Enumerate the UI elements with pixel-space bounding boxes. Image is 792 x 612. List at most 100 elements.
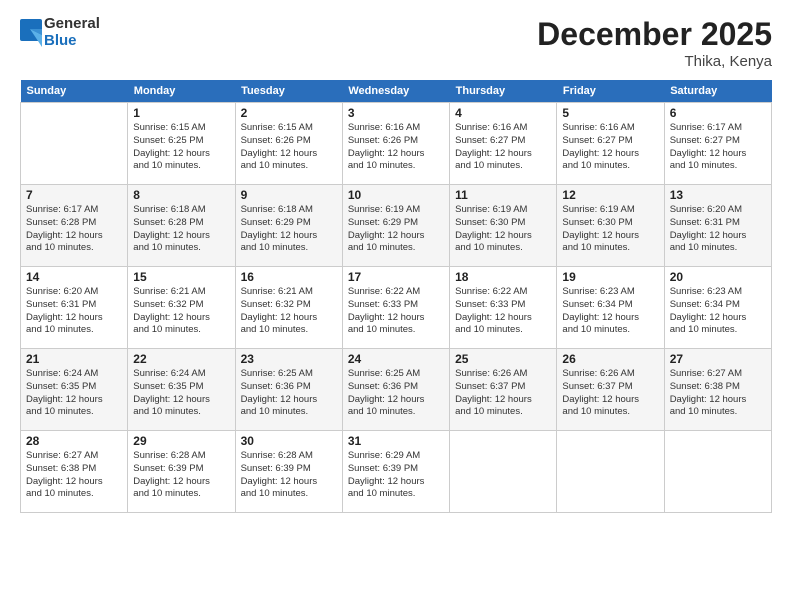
day-info: Sunrise: 6:16 AMSunset: 6:27 PMDaylight:… <box>455 122 551 173</box>
day-number: 14 <box>26 270 122 284</box>
day-info: Sunrise: 6:29 AMSunset: 6:39 PMDaylight:… <box>348 450 444 501</box>
day-info: Sunrise: 6:19 AMSunset: 6:29 PMDaylight:… <box>348 204 444 255</box>
day-number: 22 <box>133 352 229 366</box>
week-row-2: 7 Sunrise: 6:17 AMSunset: 6:28 PMDaylight… <box>21 185 772 267</box>
day-info: Sunrise: 6:23 AMSunset: 6:34 PMDaylight:… <box>670 286 766 337</box>
calendar-cell: 31 Sunrise: 6:29 AMSunset: 6:39 PMDayligh… <box>342 431 449 513</box>
day-info: Sunrise: 6:22 AMSunset: 6:33 PMDaylight:… <box>455 286 551 337</box>
calendar-cell: 17 Sunrise: 6:22 AMSunset: 6:33 PMDayligh… <box>342 267 449 349</box>
calendar-cell: 6 Sunrise: 6:17 AMSunset: 6:27 PMDaylight… <box>664 103 771 185</box>
calendar-cell: 10Sunrise: 6:19 AMSunset: 6:29 PMDayligh… <box>342 185 449 267</box>
day-number: 31 <box>348 434 444 448</box>
day-info: Sunrise: 6:15 AMSunset: 6:25 PMDaylight:… <box>133 122 229 173</box>
title-block: December 2025 Thika, Kenya <box>537 16 772 70</box>
day-number: 2 <box>241 106 337 120</box>
calendar-cell: 22Sunrise: 6:24 AMSunset: 6:35 PMDayligh… <box>128 349 235 431</box>
calendar-cell: 1 Sunrise: 6:15 AMSunset: 6:25 PMDaylight… <box>128 103 235 185</box>
calendar-cell: 4 Sunrise: 6:16 AMSunset: 6:27 PMDaylight… <box>450 103 557 185</box>
calendar-cell: 12 Sunrise: 6:19 AMSunset: 6:30 PMDayligh… <box>557 185 664 267</box>
day-number: 27 <box>670 352 766 366</box>
day-number: 1 <box>133 106 229 120</box>
day-number: 9 <box>241 188 337 202</box>
day-info: Sunrise: 6:18 AMSunset: 6:29 PMDaylight:… <box>241 204 337 255</box>
day-number: 25 <box>455 352 551 366</box>
calendar-cell: 11 Sunrise: 6:19 AMSunset: 6:30 PMDayligh… <box>450 185 557 267</box>
calendar-cell: 27Sunrise: 6:27 AMSunset: 6:38 PMDayligh… <box>664 349 771 431</box>
day-number: 3 <box>348 106 444 120</box>
header-friday: Friday <box>557 80 664 103</box>
day-number: 28 <box>26 434 122 448</box>
calendar-cell <box>450 431 557 513</box>
calendar-cell: 8 Sunrise: 6:18 AMSunset: 6:28 PMDaylight… <box>128 185 235 267</box>
calendar-cell: 7 Sunrise: 6:17 AMSunset: 6:28 PMDaylight… <box>21 185 128 267</box>
day-info: Sunrise: 6:21 AMSunset: 6:32 PMDaylight:… <box>241 286 337 337</box>
day-number: 17 <box>348 270 444 284</box>
calendar-header-row: SundayMondayTuesdayWednesdayThursdayFrid… <box>21 80 772 103</box>
day-info: Sunrise: 6:18 AMSunset: 6:28 PMDaylight:… <box>133 204 229 255</box>
day-info: Sunrise: 6:28 AMSunset: 6:39 PMDaylight:… <box>241 450 337 501</box>
day-info: Sunrise: 6:23 AMSunset: 6:34 PMDaylight:… <box>562 286 658 337</box>
logo-text: General Blue <box>44 16 100 49</box>
header-tuesday: Tuesday <box>235 80 342 103</box>
calendar-cell: 23 Sunrise: 6:25 AMSunset: 6:36 PMDayligh… <box>235 349 342 431</box>
day-info: Sunrise: 6:17 AMSunset: 6:27 PMDaylight:… <box>670 122 766 173</box>
header-sunday: Sunday <box>21 80 128 103</box>
day-number: 13 <box>670 188 766 202</box>
calendar-cell: 9 Sunrise: 6:18 AMSunset: 6:29 PMDaylight… <box>235 185 342 267</box>
day-number: 29 <box>133 434 229 448</box>
week-row-1: 1 Sunrise: 6:15 AMSunset: 6:25 PMDaylight… <box>21 103 772 185</box>
day-info: Sunrise: 6:25 AMSunset: 6:36 PMDaylight:… <box>348 368 444 419</box>
calendar-cell: 24 Sunrise: 6:25 AMSunset: 6:36 PMDayligh… <box>342 349 449 431</box>
header-monday: Monday <box>128 80 235 103</box>
day-info: Sunrise: 6:27 AMSunset: 6:38 PMDaylight:… <box>26 450 122 501</box>
day-number: 19 <box>562 270 658 284</box>
day-number: 12 <box>562 188 658 202</box>
header: General Blue December 2025 Thika, Kenya <box>20 16 772 70</box>
day-number: 6 <box>670 106 766 120</box>
calendar-cell <box>557 431 664 513</box>
day-number: 21 <box>26 352 122 366</box>
day-info: Sunrise: 6:24 AMSunset: 6:35 PMDaylight:… <box>26 368 122 419</box>
day-info: Sunrise: 6:19 AMSunset: 6:30 PMDaylight:… <box>455 204 551 255</box>
week-row-3: 14Sunrise: 6:20 AMSunset: 6:31 PMDayligh… <box>21 267 772 349</box>
week-row-4: 21 Sunrise: 6:24 AMSunset: 6:35 PMDayligh… <box>21 349 772 431</box>
day-info: Sunrise: 6:17 AMSunset: 6:28 PMDaylight:… <box>26 204 122 255</box>
calendar-cell: 28 Sunrise: 6:27 AMSunset: 6:38 PMDayligh… <box>21 431 128 513</box>
day-number: 20 <box>670 270 766 284</box>
day-number: 26 <box>562 352 658 366</box>
logo-general-text: General <box>44 16 100 33</box>
day-info: Sunrise: 6:28 AMSunset: 6:39 PMDaylight:… <box>133 450 229 501</box>
calendar-table: SundayMondayTuesdayWednesdayThursdayFrid… <box>20 80 772 513</box>
calendar-cell: 2Sunrise: 6:15 AMSunset: 6:26 PMDaylight… <box>235 103 342 185</box>
calendar-cell: 25Sunrise: 6:26 AMSunset: 6:37 PMDayligh… <box>450 349 557 431</box>
day-info: Sunrise: 6:16 AMSunset: 6:26 PMDaylight:… <box>348 122 444 173</box>
day-number: 7 <box>26 188 122 202</box>
month-title: December 2025 <box>537 16 772 53</box>
day-number: 24 <box>348 352 444 366</box>
day-info: Sunrise: 6:20 AMSunset: 6:31 PMDaylight:… <box>670 204 766 255</box>
day-info: Sunrise: 6:19 AMSunset: 6:30 PMDaylight:… <box>562 204 658 255</box>
day-number: 8 <box>133 188 229 202</box>
calendar-cell: 5 Sunrise: 6:16 AMSunset: 6:27 PMDaylight… <box>557 103 664 185</box>
day-info: Sunrise: 6:21 AMSunset: 6:32 PMDaylight:… <box>133 286 229 337</box>
day-number: 11 <box>455 188 551 202</box>
calendar-cell: 18 Sunrise: 6:22 AMSunset: 6:33 PMDayligh… <box>450 267 557 349</box>
calendar-cell: 29 Sunrise: 6:28 AMSunset: 6:39 PMDayligh… <box>128 431 235 513</box>
logo-icon <box>20 19 42 47</box>
day-info: Sunrise: 6:22 AMSunset: 6:33 PMDaylight:… <box>348 286 444 337</box>
logo-blue-text: Blue <box>44 33 100 50</box>
day-number: 4 <box>455 106 551 120</box>
calendar-cell: 13 Sunrise: 6:20 AMSunset: 6:31 PMDayligh… <box>664 185 771 267</box>
day-number: 16 <box>241 270 337 284</box>
calendar-cell: 14Sunrise: 6:20 AMSunset: 6:31 PMDayligh… <box>21 267 128 349</box>
calendar-cell: 26Sunrise: 6:26 AMSunset: 6:37 PMDayligh… <box>557 349 664 431</box>
day-number: 23 <box>241 352 337 366</box>
day-info: Sunrise: 6:16 AMSunset: 6:27 PMDaylight:… <box>562 122 658 173</box>
calendar-cell: 21 Sunrise: 6:24 AMSunset: 6:35 PMDayligh… <box>21 349 128 431</box>
day-info: Sunrise: 6:25 AMSunset: 6:36 PMDaylight:… <box>241 368 337 419</box>
calendar-cell: 19 Sunrise: 6:23 AMSunset: 6:34 PMDayligh… <box>557 267 664 349</box>
day-number: 18 <box>455 270 551 284</box>
header-thursday: Thursday <box>450 80 557 103</box>
day-number: 5 <box>562 106 658 120</box>
page: General Blue December 2025 Thika, Kenya … <box>0 0 792 612</box>
